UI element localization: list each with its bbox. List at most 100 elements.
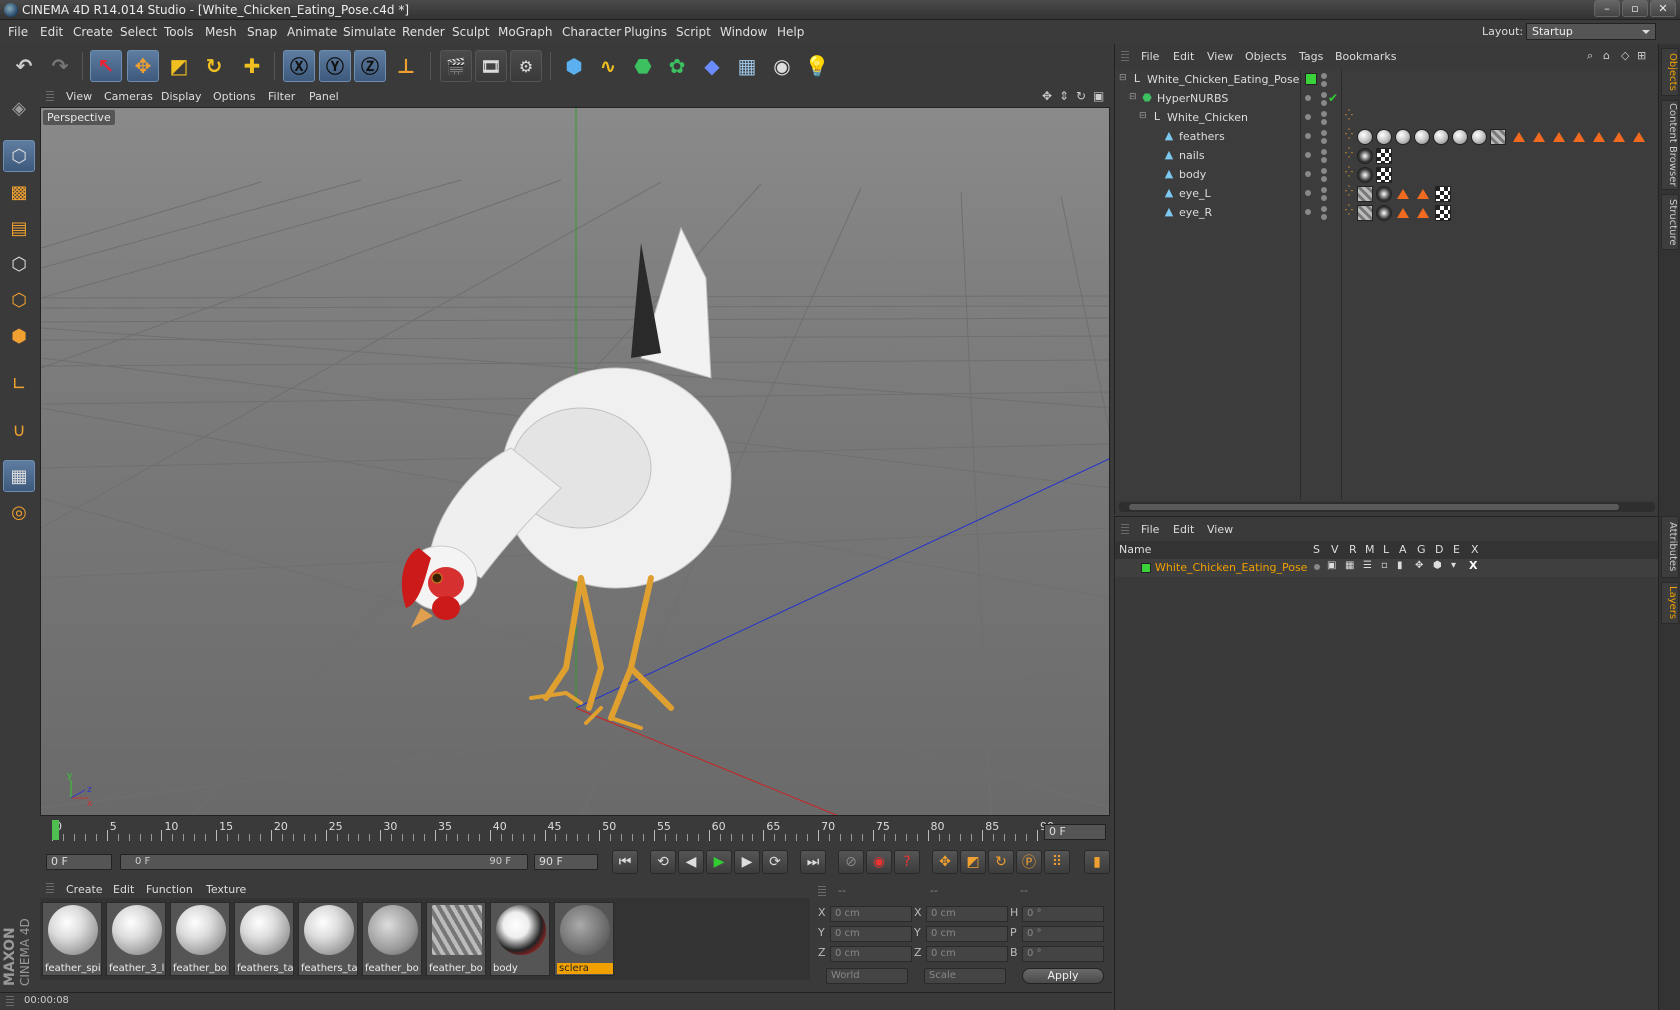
render-view-icon[interactable]: 🎬 bbox=[440, 50, 472, 82]
phong-tag-icon[interactable]: ⁛ bbox=[1345, 148, 1353, 159]
key-scale-icon[interactable]: ◩ bbox=[960, 850, 986, 874]
timeline-ruler[interactable]: 051015202530354045505560657075808590 bbox=[52, 820, 1054, 842]
home-icon[interactable]: ⌂ bbox=[1603, 49, 1610, 62]
previous-frame-icon[interactable]: ◀ bbox=[678, 850, 704, 874]
selection-tag-icon[interactable] bbox=[1593, 132, 1605, 142]
selection-tag-icon[interactable] bbox=[1553, 132, 1565, 142]
tab-layers[interactable]: Layers bbox=[1661, 582, 1679, 624]
phong-tag-icon[interactable]: ⁛ bbox=[1345, 167, 1353, 178]
viewport-menu-panel[interactable]: Panel bbox=[309, 90, 339, 103]
current-frame-field[interactable]: 0 F bbox=[1044, 824, 1106, 840]
material-tag[interactable] bbox=[1357, 148, 1373, 164]
layer-col-generators[interactable]: G bbox=[1417, 543, 1426, 556]
menu-window[interactable]: Window bbox=[720, 25, 767, 39]
layer-col-xref[interactable]: X bbox=[1471, 543, 1479, 556]
menu-animate[interactable]: Animate bbox=[287, 25, 337, 39]
material-tag[interactable] bbox=[1357, 205, 1373, 221]
menu-mesh[interactable]: Mesh bbox=[205, 25, 237, 39]
previous-keyframe-icon[interactable]: ⟲ bbox=[650, 850, 676, 874]
selection-tag-icon[interactable] bbox=[1613, 132, 1625, 142]
next-keyframe-icon[interactable]: ⟳ bbox=[762, 850, 788, 874]
spline-pen-icon[interactable]: ∿ bbox=[592, 50, 624, 82]
layer-lock-icon[interactable]: ▫ bbox=[1381, 560, 1388, 571]
workplane-mode-icon[interactable]: ▤ bbox=[3, 212, 35, 244]
snap-magnet-icon[interactable]: ∪ bbox=[3, 414, 35, 446]
menu-render[interactable]: Render bbox=[402, 25, 445, 39]
material-tag[interactable] bbox=[1452, 129, 1468, 145]
filter-icon[interactable]: ◇ bbox=[1621, 49, 1629, 62]
selection-tag-icon[interactable] bbox=[1397, 208, 1409, 218]
menu-create[interactable]: Create bbox=[73, 25, 113, 39]
menu-tools[interactable]: Tools bbox=[164, 25, 194, 39]
material-swatch[interactable]: feathers_ta bbox=[298, 902, 358, 976]
menu-plugins[interactable]: Plugins bbox=[624, 25, 667, 39]
object-row[interactable]: ▲ nails ⁛ bbox=[1115, 146, 1659, 165]
rotation-b-field[interactable]: 0 ° bbox=[1022, 946, 1104, 962]
search-icon[interactable]: ⌕ bbox=[1587, 49, 1593, 63]
next-frame-icon[interactable]: ▶ bbox=[734, 850, 760, 874]
viewport-rotate-icon[interactable]: ↻ bbox=[1076, 89, 1086, 103]
viewport-zoom-icon[interactable]: ⇕ bbox=[1059, 89, 1069, 103]
material-swatch[interactable]: feather_bo bbox=[170, 902, 230, 976]
frame-range-slider[interactable]: 0 F 90 F bbox=[120, 854, 528, 870]
floor-object-icon[interactable]: ▦ bbox=[731, 50, 763, 82]
size-z-field[interactable]: 0 cm bbox=[926, 946, 1008, 962]
model-mode-icon[interactable]: ⬡ bbox=[3, 140, 35, 172]
start-frame-field[interactable]: 0 F bbox=[46, 854, 112, 870]
objects-menu-bookmarks[interactable]: Bookmarks bbox=[1335, 50, 1396, 63]
layer-render-icon[interactable]: ▦ bbox=[1345, 560, 1354, 571]
material-menu-function[interactable]: Function bbox=[146, 883, 193, 896]
x-axis-lock-icon[interactable]: Ⓧ bbox=[283, 50, 315, 82]
mograph-cloner-icon[interactable]: ✿ bbox=[661, 50, 693, 82]
selection-tag-icon[interactable] bbox=[1573, 132, 1585, 142]
material-tag[interactable] bbox=[1490, 129, 1506, 145]
render-settings-icon[interactable]: ⚙ bbox=[510, 50, 542, 82]
transform-tool-icon[interactable]: ✚ bbox=[236, 50, 268, 82]
live-selection-icon[interactable]: ↖ bbox=[90, 50, 122, 82]
key-parameter-icon[interactable]: Ⓟ bbox=[1016, 850, 1042, 874]
layer-generators-icon[interactable]: ✥ bbox=[1415, 560, 1423, 571]
go-to-end-icon[interactable]: ⏭ bbox=[800, 850, 826, 874]
material-tag[interactable] bbox=[1471, 129, 1487, 145]
object-manager-scrollbar[interactable] bbox=[1119, 502, 1655, 512]
deformer-icon[interactable]: ◆ bbox=[696, 50, 728, 82]
layer-row[interactable]: White_Chicken_Eating_Pose ▣ ▦ ☰ ▫ ▮ ✥ ⬢ … bbox=[1115, 559, 1659, 577]
layers-menu-edit[interactable]: Edit bbox=[1173, 523, 1194, 536]
key-pla-icon[interactable]: ⠿ bbox=[1044, 850, 1070, 874]
material-tag[interactable] bbox=[1376, 205, 1392, 221]
z-axis-lock-icon[interactable]: Ⓩ bbox=[354, 50, 386, 82]
layers-menu-view[interactable]: View bbox=[1207, 523, 1233, 536]
position-y-field[interactable]: 0 cm bbox=[830, 926, 912, 942]
close-button[interactable]: ✕ bbox=[1650, 0, 1676, 17]
layer-color-swatch[interactable] bbox=[1141, 563, 1151, 573]
points-mode-icon[interactable]: ⬡ bbox=[3, 248, 35, 280]
uvw-tag-icon[interactable] bbox=[1435, 205, 1451, 221]
object-row[interactable]: ⊟ L White_Chicken_Eating_Pose bbox=[1115, 70, 1659, 89]
object-row[interactable]: ▲ eye_R ⁛ bbox=[1115, 203, 1659, 222]
menu-select[interactable]: Select bbox=[120, 25, 157, 39]
material-tag[interactable] bbox=[1357, 129, 1373, 145]
uvw-tag-icon[interactable] bbox=[1376, 167, 1392, 183]
viewport-menu-display[interactable]: Display bbox=[161, 90, 202, 103]
layout-dropdown[interactable]: Startup bbox=[1526, 23, 1656, 40]
auto-keying-icon[interactable]: ◉ bbox=[866, 850, 892, 874]
selection-tag-icon[interactable] bbox=[1397, 189, 1409, 199]
menu-mograph[interactable]: MoGraph bbox=[498, 25, 553, 39]
rotation-p-field[interactable]: 0 ° bbox=[1022, 926, 1104, 942]
layer-col-animation[interactable]: A bbox=[1399, 543, 1407, 556]
menu-character[interactable]: Character bbox=[562, 25, 621, 39]
object-row[interactable]: ▲ body ⁛ bbox=[1115, 165, 1659, 184]
layer-view-icon[interactable]: ▣ bbox=[1327, 560, 1336, 571]
menu-help[interactable]: Help bbox=[777, 25, 804, 39]
chicken-model[interactable] bbox=[401, 226, 732, 730]
layer-col-deformers[interactable]: D bbox=[1435, 543, 1443, 556]
material-swatch[interactable]: feather_3_l bbox=[106, 902, 166, 976]
menu-snap[interactable]: Snap bbox=[247, 25, 277, 39]
object-row[interactable]: ⊟ ⬣ HyperNURBS ✔ bbox=[1115, 89, 1659, 108]
light-icon[interactable]: 💡 bbox=[801, 50, 833, 82]
playhead[interactable] bbox=[52, 820, 59, 840]
viewport-menu-view[interactable]: View bbox=[66, 90, 92, 103]
selection-tag-icon[interactable] bbox=[1633, 132, 1645, 142]
selection-tag-icon[interactable] bbox=[1533, 132, 1545, 142]
camera-icon[interactable]: ◉ bbox=[766, 50, 798, 82]
